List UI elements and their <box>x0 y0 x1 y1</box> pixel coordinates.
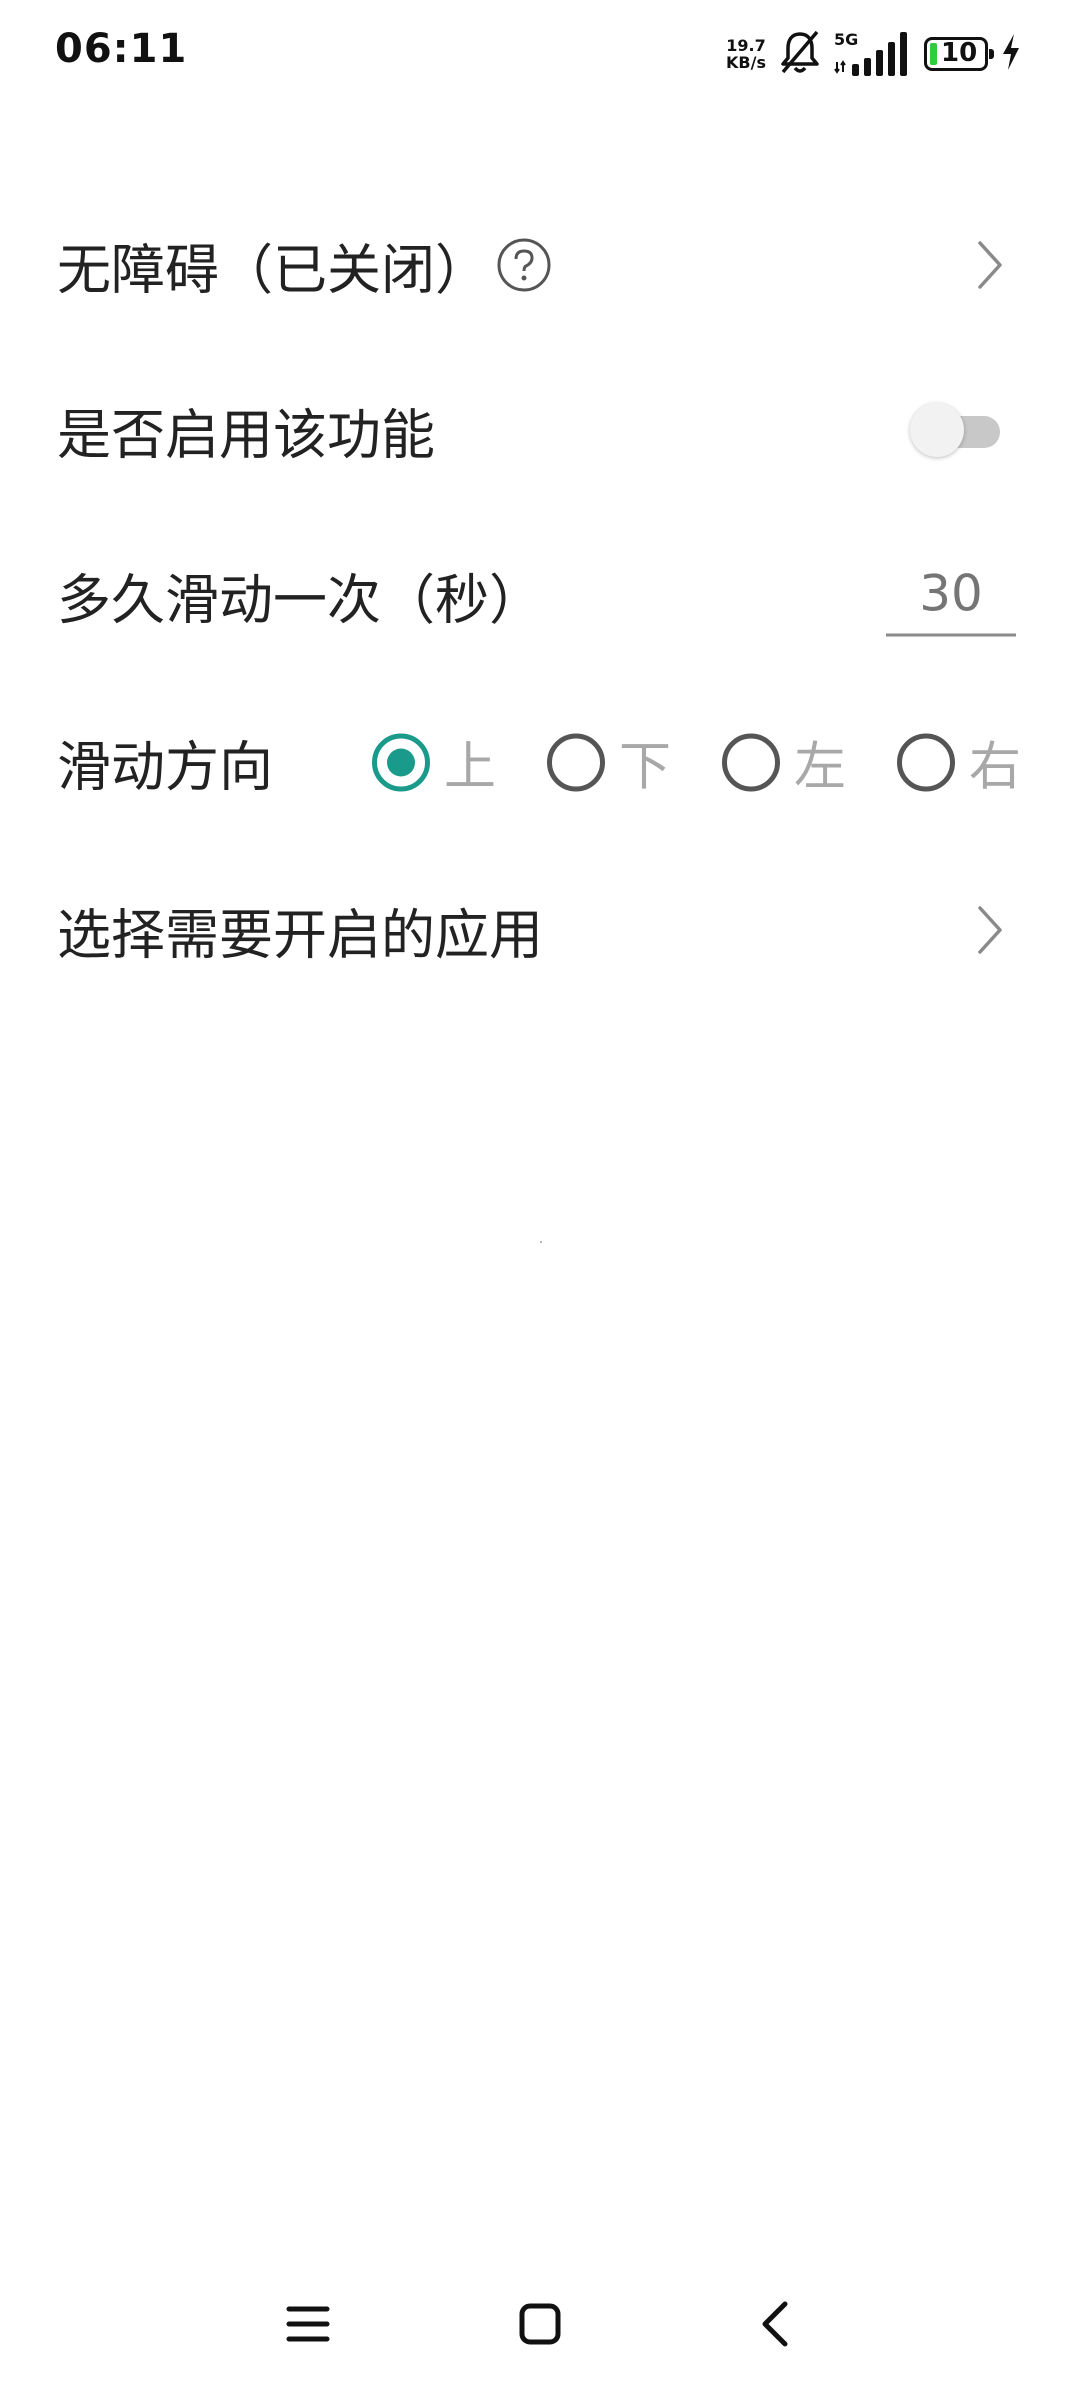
menu-icon <box>286 2306 330 2342</box>
interval-label: 多久滑动一次（秒） <box>57 568 543 632</box>
radio-unchecked-icon <box>722 733 780 791</box>
battery-level: 10 <box>941 38 978 68</box>
charging-icon <box>1000 32 1022 76</box>
signal-icon <box>834 32 907 76</box>
bell-off-icon <box>778 28 822 80</box>
help-icon[interactable] <box>496 237 552 293</box>
home-icon <box>519 2303 561 2345</box>
direction-option-right[interactable]: 右 <box>897 725 1057 800</box>
navigation-bar <box>0 2260 1080 2400</box>
back-button[interactable] <box>735 2284 815 2364</box>
back-icon <box>762 2301 788 2347</box>
enable-label: 是否启用该功能 <box>57 403 435 467</box>
battery-cap <box>989 49 994 59</box>
radio-checked-icon <box>372 733 430 791</box>
status-bar: 06:11 19.7 KB/s 5G 10 <box>0 0 1080 110</box>
enable-row: 是否启用该功能 <box>0 370 1080 490</box>
network-speed-value: 19.7 <box>726 36 766 55</box>
direction-option-down[interactable]: 下 <box>547 725 722 800</box>
signal-indicator: 5G <box>834 28 912 80</box>
choose-apps-label: 选择需要开启的应用 <box>57 903 543 967</box>
direction-radio-group: 上 下 左 右 <box>372 725 1057 800</box>
home-button[interactable] <box>500 2284 580 2364</box>
choose-apps-row[interactable]: 选择需要开启的应用 <box>0 870 1080 990</box>
status-icons: 19.7 KB/s 5G 10 <box>726 28 1022 80</box>
chevron-right-icon <box>970 235 1010 295</box>
interval-input[interactable] <box>886 553 1016 637</box>
direction-label: 滑动方向 <box>57 735 273 799</box>
direction-option-up[interactable]: 上 <box>372 725 547 800</box>
direction-option-label: 下 <box>619 737 672 798</box>
enable-toggle[interactable] <box>910 400 1002 460</box>
toggle-thumb <box>910 403 964 457</box>
radio-unchecked-icon <box>547 733 605 791</box>
radio-unchecked-icon <box>897 733 955 791</box>
status-time: 06:11 <box>55 26 188 72</box>
direction-option-left[interactable]: 左 <box>722 725 897 800</box>
network-speed-unit: KB/s <box>726 53 766 72</box>
stray-dot <box>540 1241 542 1243</box>
accessibility-label: 无障碍（已关闭） <box>57 238 489 302</box>
direction-option-label: 右 <box>969 737 1022 798</box>
menu-button[interactable] <box>268 2284 348 2364</box>
battery-fill <box>930 43 937 65</box>
battery-icon: 10 <box>924 37 994 71</box>
interval-row: 多久滑动一次（秒） <box>0 535 1080 655</box>
chevron-right-icon <box>970 900 1010 960</box>
direction-row: 滑动方向 上 下 左 右 <box>0 702 1080 822</box>
direction-option-label: 左 <box>794 737 847 798</box>
network-speed: 19.7 KB/s <box>726 37 766 71</box>
direction-option-label: 上 <box>444 737 497 798</box>
accessibility-row[interactable]: 无障碍（已关闭） <box>0 205 1080 325</box>
